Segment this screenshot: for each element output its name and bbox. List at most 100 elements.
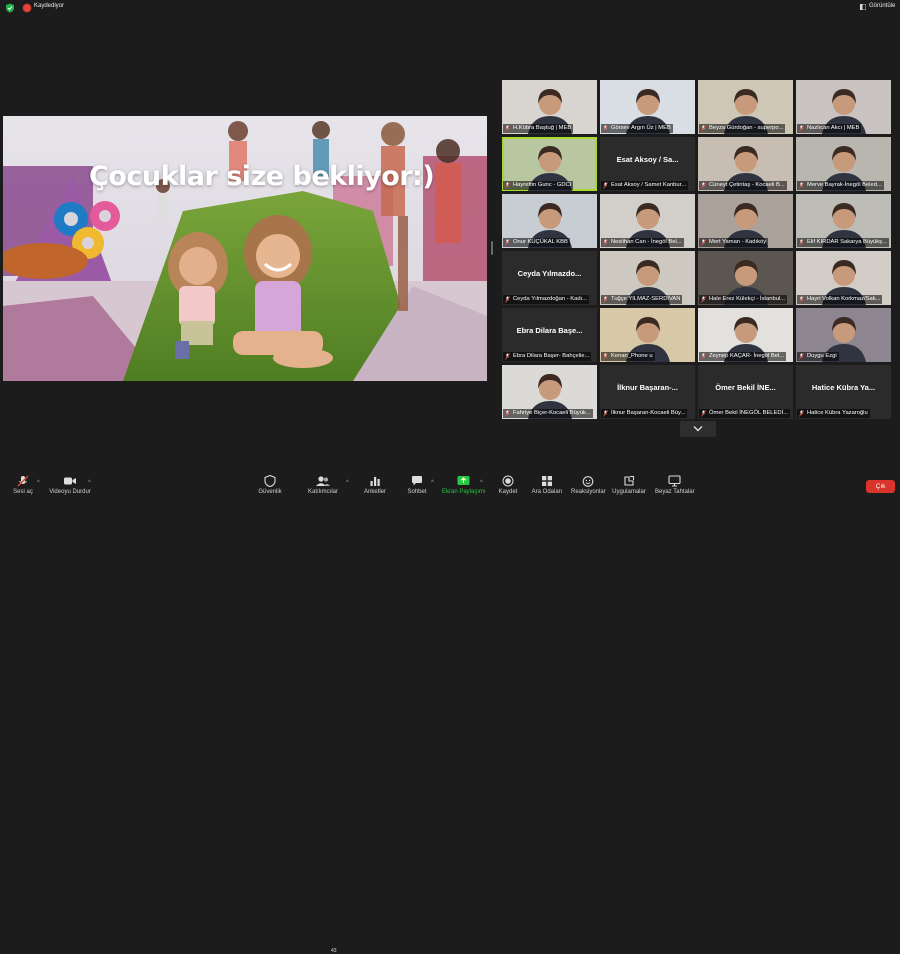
reactions-button[interactable]: Reaksiyonlar	[571, 475, 606, 495]
participants-icon	[316, 476, 330, 486]
mic-muted-icon	[603, 239, 608, 246]
participant-tile[interactable]: Merve Bayrak-İnegöl Beled...	[796, 137, 891, 191]
share-options-caret[interactable]: ^	[480, 480, 483, 486]
chat-icon	[412, 476, 422, 486]
participant-tile[interactable]: Kenan_Phone u	[600, 308, 695, 362]
chat-button[interactable]: Sohbet	[405, 475, 429, 495]
mute-options-caret[interactable]: ^	[37, 480, 40, 486]
video-options-caret[interactable]: ^	[88, 480, 91, 486]
mic-muted-icon	[701, 296, 706, 303]
splitter-handle[interactable]	[491, 241, 493, 255]
shield-icon[interactable]	[5, 3, 15, 13]
view-button[interactable]: Görüntüle	[869, 3, 895, 9]
apps-label: Uygulamalar	[612, 489, 646, 495]
participant-tile[interactable]: Hayri Volkan Korkmaz/Sak...	[796, 251, 891, 305]
participant-tile[interactable]: Onur KÜÇÜKAL KBB	[502, 194, 597, 248]
participant-label: Esat Aksoy / Samet Kanbur...	[601, 181, 689, 190]
participants-button[interactable]: Katılımcılar	[305, 475, 341, 495]
mic-muted-icon	[603, 353, 608, 360]
stop-video-button[interactable]: Videoyu Durdur	[48, 475, 92, 495]
chat-label: Sohbet	[407, 489, 427, 495]
mic-muted-icon	[505, 182, 510, 189]
security-label: Güvenlik	[258, 489, 282, 495]
participant-tile[interactable]: Neslihan Can - İnegöl Bel...	[600, 194, 695, 248]
share-caption: Çocuklar size bekliyor:)	[89, 161, 435, 192]
mute-button[interactable]: Sesi aç	[12, 475, 34, 495]
participant-tile[interactable]: Duygu Ezgi	[796, 308, 891, 362]
participant-tile[interactable]: Ömer Bekil İNE... Ömer Bekil İNEGÖL BELED…	[698, 365, 793, 419]
mic-muted-icon	[799, 125, 804, 132]
participant-tile[interactable]: İlknur Başaran-... İlknur Başaran-Kocaeli…	[600, 365, 695, 419]
participant-tile[interactable]: Zeynep KAÇAR- İnegöl Bel...	[698, 308, 793, 362]
participant-label: Onur KÜÇÜKAL KBB	[503, 238, 570, 247]
participant-label: Zeynep KAÇAR- İnegöl Bel...	[699, 352, 787, 361]
breakout-rooms-icon	[542, 476, 552, 486]
polls-icon	[370, 477, 380, 486]
mic-muted-icon	[603, 125, 608, 132]
participants-label: Katılımcılar	[307, 489, 338, 495]
top-bar: Kaydediyor Görüntüle	[0, 0, 900, 16]
participant-tile[interactable]: Mert Yaman - Kadıköy	[698, 194, 793, 248]
participant-tile[interactable]: Fahriye Biçer-Kocaeli Büyük...	[502, 365, 597, 419]
participant-name-display: Ebra Dilara Başe...	[516, 326, 583, 335]
polls-button[interactable]: Anketler	[362, 475, 388, 495]
shared-screen: Çocuklar size bekliyor:)	[3, 116, 487, 381]
participants-options-caret[interactable]: ^	[346, 480, 349, 486]
participant-label: Elif KIRDAR Sakarya Büyükş...	[797, 238, 889, 247]
record-button[interactable]: Kaydet	[496, 475, 520, 495]
mic-muted-icon	[799, 239, 804, 246]
participant-tile[interactable]: Cüneyt Çetintaş - Kocaeli B...	[698, 137, 793, 191]
participant-label: Neslihan Can - İnegöl Bel...	[601, 238, 684, 247]
participant-tile[interactable]: Ebra Dilara Başe... Ebra Dilara Başer- Ba…	[502, 308, 597, 362]
mic-muted-icon	[17, 475, 29, 487]
chevron-down-icon	[693, 426, 703, 432]
participant-name-display: Ömer Bekil İNE...	[715, 383, 776, 392]
participant-tile[interactable]: Ceyda Yılmazdo... Ceyda Yılmazdoğan - Kad…	[502, 251, 597, 305]
next-page-button[interactable]	[680, 421, 716, 437]
participant-label: Görsev Argın Üz | MEB	[601, 124, 673, 133]
leave-meeting-button[interactable]: Çık	[866, 480, 895, 493]
reactions-icon	[582, 476, 594, 487]
mic-muted-icon	[505, 125, 510, 132]
breakout-rooms-label: Ara Odaları	[531, 489, 563, 495]
participant-tile[interactable]: Hale Erez Külekçi - İstanbul...	[698, 251, 793, 305]
participant-name-display: Hatice Kübra Ya...	[811, 383, 876, 392]
whiteboard-button[interactable]: Beyaz Tahtalar	[655, 475, 695, 495]
mic-muted-icon	[603, 182, 608, 189]
apps-icon	[624, 475, 635, 486]
participant-tile[interactable]: Hayrettin Gunc - GDCI	[502, 137, 597, 191]
shared-photo	[3, 116, 487, 381]
mic-muted-icon	[603, 296, 608, 303]
video-label: Videoyu Durdur	[49, 489, 91, 495]
participant-tile[interactable]: H.Kübra Baştuğ | MEB	[502, 80, 597, 134]
participant-tile[interactable]: Tuğçe YILMAZ-SERDİVAN	[600, 251, 695, 305]
participant-tile[interactable]: Beyza Gürdoğan - superpo...	[698, 80, 793, 134]
view-icon[interactable]	[860, 4, 866, 10]
breakout-rooms-button[interactable]: Ara Odaları	[530, 475, 564, 495]
participant-label: Ebra Dilara Başer- Bahçelie...	[503, 352, 592, 361]
participant-tile[interactable]: Hatice Kübra Ya... Hatice Kübra Yazaroğlu	[796, 365, 891, 419]
mic-muted-icon	[701, 239, 706, 246]
participant-tile[interactable]: Nazlıcan Akcı | MEB	[796, 80, 891, 134]
participant-label: Hatice Kübra Yazaroğlu	[797, 409, 870, 418]
reactions-label: Reaksiyonlar	[571, 489, 606, 495]
security-button[interactable]: Güvenlik	[256, 475, 284, 495]
mic-muted-icon	[603, 410, 608, 417]
participant-tile[interactable]: Görsev Argın Üz | MEB	[600, 80, 695, 134]
mic-muted-icon	[701, 410, 706, 417]
participant-label: Nazlıcan Akcı | MEB	[797, 124, 862, 133]
apps-button[interactable]: Uygulamalar	[612, 475, 646, 495]
share-screen-button[interactable]: Ekran Paylaşımı	[442, 475, 486, 495]
participant-name-display: Ceyda Yılmazdo...	[517, 269, 582, 278]
chat-options-caret[interactable]: ^	[431, 480, 434, 486]
participant-tile[interactable]: Elif KIRDAR Sakarya Büyükş...	[796, 194, 891, 248]
participant-tile[interactable]: Esat Aksoy / Sa... Esat Aksoy / Samet Kan…	[600, 137, 695, 191]
participant-label: Beyza Gürdoğan - superpo...	[699, 124, 786, 133]
whiteboard-icon	[667, 475, 681, 487]
participant-label: Mert Yaman - Kadıköy	[699, 238, 769, 247]
mic-muted-icon	[505, 239, 510, 246]
mic-muted-icon	[701, 182, 706, 189]
recording-status[interactable]: Kaydediyor	[34, 3, 64, 9]
mic-muted-icon	[505, 410, 510, 417]
polls-label: Anketler	[363, 489, 386, 495]
